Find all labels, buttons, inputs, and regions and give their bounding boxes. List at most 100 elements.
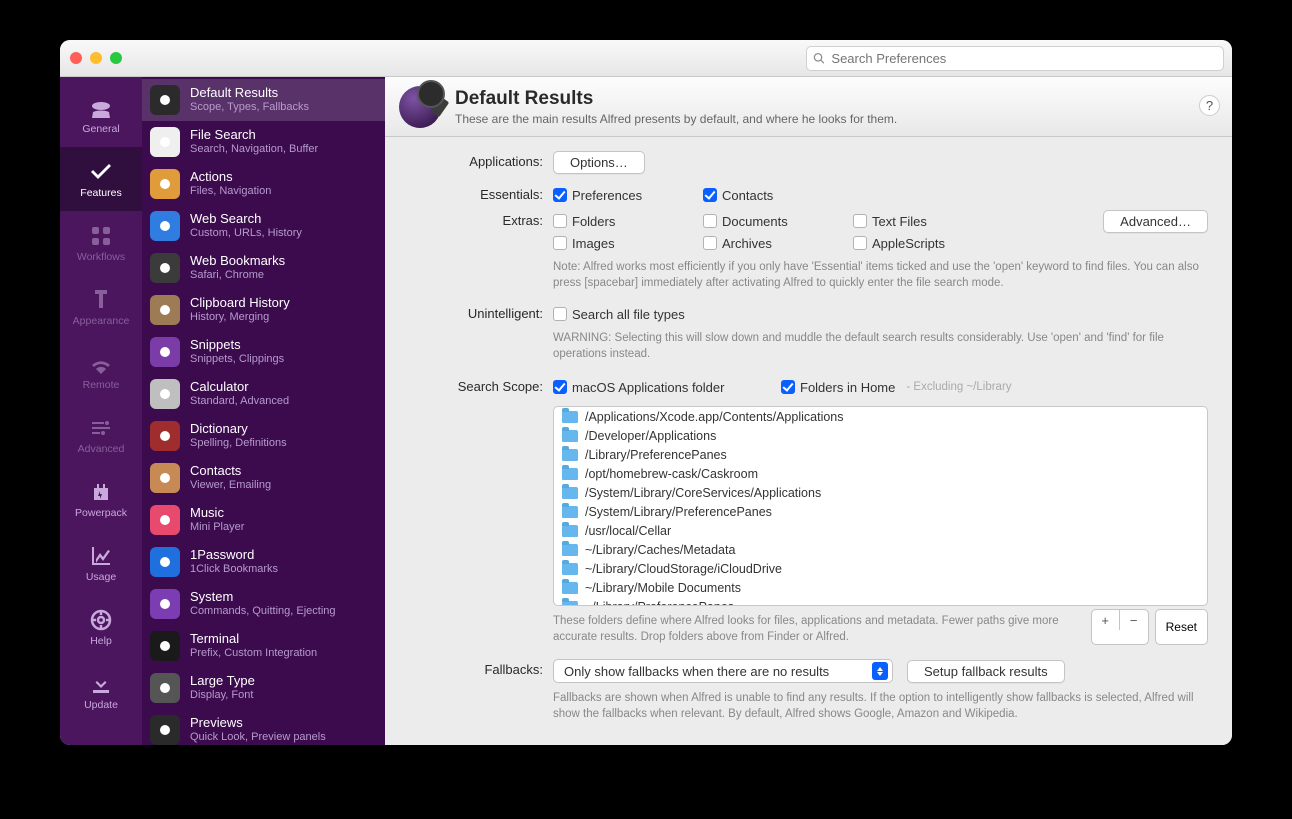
sidebar-icon — [150, 421, 180, 451]
scope-path-row[interactable]: /opt/homebrew-cask/Caskroom — [554, 464, 1207, 483]
scope-path-row[interactable]: /Library/PreferencePanes — [554, 445, 1207, 464]
folder-icon — [562, 563, 578, 575]
label-fallbacks: Fallbacks: — [409, 659, 553, 677]
rail: General Features Workflows AppearanceRemote… — [60, 77, 142, 745]
applications-options-button[interactable]: Options… — [553, 151, 645, 174]
folder-icon — [562, 468, 578, 480]
extras-folders[interactable]: Folders — [553, 210, 703, 232]
rail-workflows[interactable]: Workflows — [60, 211, 142, 275]
zoom-button[interactable] — [110, 52, 122, 64]
scope-remove-button[interactable]: − — [1120, 610, 1148, 630]
sidebar-item-file-search[interactable]: File SearchSearch, Navigation, Buffer — [142, 121, 385, 163]
sidebar-item-subtitle: Scope, Types, Fallbacks — [190, 101, 309, 114]
extras-documents-checkbox[interactable] — [703, 214, 717, 228]
rail-usage[interactable]: Usage — [60, 531, 142, 595]
sidebar-item-1password[interactable]: 1Password1Click Bookmarks — [142, 541, 385, 583]
sidebar-item-calculator[interactable]: CalculatorStandard, Advanced — [142, 373, 385, 415]
rail-features[interactable]: Features — [60, 147, 142, 211]
rail-advanced[interactable]: Advanced — [60, 403, 142, 467]
essentials-contacts-checkbox[interactable] — [703, 188, 717, 202]
search-icon — [813, 52, 825, 65]
sidebar-item-default-results[interactable]: Default ResultsScope, Types, Fallbacks — [142, 79, 385, 121]
sidebar-icon — [150, 169, 180, 199]
sidebar-item-snippets[interactable]: SnippetsSnippets, Clippings — [142, 331, 385, 373]
rail-update[interactable]: Update — [60, 659, 142, 723]
help-button[interactable]: ? — [1199, 95, 1220, 116]
fallback-note: Fallbacks are shown when Alfred is unabl… — [553, 691, 1208, 722]
extras-documents[interactable]: Documents — [703, 210, 853, 232]
scope-home-check[interactable]: Folders in Home - Excluding ~/Library — [781, 376, 1012, 398]
setup-fallback-button[interactable]: Setup fallback results — [907, 660, 1065, 683]
scope-path-row[interactable]: ~/Library/Mobile Documents — [554, 578, 1207, 597]
label-unintelligent: Unintelligent: — [409, 303, 553, 321]
sidebar-item-subtitle: Snippets, Clippings — [190, 353, 284, 366]
sidebar-item-web-bookmarks[interactable]: Web BookmarksSafari, Chrome — [142, 247, 385, 289]
rail-help[interactable]: Help — [60, 595, 142, 659]
scope-path-list[interactable]: /Applications/Xcode.app/Contents/Applica… — [553, 406, 1208, 606]
page-subtitle: These are the main results Alfred presen… — [455, 112, 897, 126]
search-input[interactable] — [831, 51, 1217, 66]
essentials-preferences[interactable]: Preferences — [553, 184, 703, 206]
sidebar-icon — [150, 211, 180, 241]
scope-macos-checkbox[interactable] — [553, 380, 567, 394]
powerpack-icon — [89, 480, 113, 504]
extras-text-files-checkbox[interactable] — [853, 214, 867, 228]
rail-appearance[interactable]: Appearance — [60, 275, 142, 339]
essentials-contacts[interactable]: Contacts — [703, 184, 853, 206]
rail-powerpack[interactable]: Powerpack — [60, 467, 142, 531]
scope-path-row[interactable]: ~/Library/CloudStorage/iCloudDrive — [554, 559, 1207, 578]
scope-path-row[interactable]: ~/Library/Caches/Metadata — [554, 540, 1207, 559]
folder-icon — [562, 601, 578, 607]
sidebar-item-music[interactable]: MusicMini Player — [142, 499, 385, 541]
sidebar-item-previews[interactable]: PreviewsQuick Look, Preview panels — [142, 709, 385, 745]
sidebar-item-title: Clipboard History — [190, 296, 290, 311]
scope-add-button[interactable]: + — [1092, 610, 1120, 630]
sidebar-item-title: Contacts — [190, 464, 271, 479]
unintelligent-check[interactable]: Search all file types — [553, 303, 753, 325]
extras-advanced-button[interactable]: Advanced… — [1103, 210, 1208, 233]
sidebar-item-dictionary[interactable]: DictionarySpelling, Definitions — [142, 415, 385, 457]
sidebar-item-system[interactable]: SystemCommands, Quitting, Ejecting — [142, 583, 385, 625]
window-controls — [70, 52, 122, 64]
main-pane: Default Results These are the main resul… — [385, 77, 1232, 745]
extras-text-files[interactable]: Text Files — [853, 210, 1003, 232]
extras-images-checkbox[interactable] — [553, 236, 567, 250]
extras-applescripts[interactable]: AppleScripts — [853, 232, 1003, 254]
scope-macos-check[interactable]: macOS Applications folder — [553, 376, 753, 398]
sidebar-icon — [150, 547, 180, 577]
extras-images[interactable]: Images — [553, 232, 703, 254]
extras-archives[interactable]: Archives — [703, 232, 853, 254]
folder-icon — [562, 582, 578, 594]
sidebar-item-subtitle: Prefix, Custom Integration — [190, 647, 317, 660]
rail-label: General — [82, 123, 119, 135]
rail-label: Workflows — [77, 251, 125, 263]
search-preferences[interactable] — [806, 46, 1224, 71]
search-all-types-checkbox[interactable] — [553, 307, 567, 321]
scope-path-row[interactable]: /usr/local/Cellar — [554, 521, 1207, 540]
rail-general[interactable]: General — [60, 83, 142, 147]
sidebar-item-terminal[interactable]: TerminalPrefix, Custom Integration — [142, 625, 385, 667]
sidebar-item-actions[interactable]: ActionsFiles, Navigation — [142, 163, 385, 205]
scope-path-row[interactable]: ~/Library/PreferencePanes — [554, 597, 1207, 606]
scope-path-row[interactable]: /System/Library/PreferencePanes — [554, 502, 1207, 521]
sidebar-icon — [150, 715, 180, 745]
extras-archives-checkbox[interactable] — [703, 236, 717, 250]
essentials-preferences-checkbox[interactable] — [553, 188, 567, 202]
scope-path-row[interactable]: /Developer/Applications — [554, 426, 1207, 445]
sidebar-item-clipboard-history[interactable]: Clipboard HistoryHistory, Merging — [142, 289, 385, 331]
sidebar-item-large-type[interactable]: Large TypeDisplay, Font — [142, 667, 385, 709]
fallback-mode-select[interactable]: Only show fallbacks when there are no re… — [553, 659, 893, 683]
close-button[interactable] — [70, 52, 82, 64]
extras-folders-checkbox[interactable] — [553, 214, 567, 228]
scope-reset-button[interactable]: Reset — [1155, 609, 1208, 645]
scope-home-checkbox[interactable] — [781, 380, 795, 394]
rail-label: Usage — [86, 571, 116, 583]
scope-path-row[interactable]: /System/Library/CoreServices/Application… — [554, 483, 1207, 502]
minimize-button[interactable] — [90, 52, 102, 64]
sidebar-item-web-search[interactable]: Web SearchCustom, URLs, History — [142, 205, 385, 247]
sidebar-item-title: Default Results — [190, 86, 309, 101]
scope-path-row[interactable]: /Applications/Xcode.app/Contents/Applica… — [554, 407, 1207, 426]
extras-applescripts-checkbox[interactable] — [853, 236, 867, 250]
sidebar-item-contacts[interactable]: ContactsViewer, Emailing — [142, 457, 385, 499]
rail-remote[interactable]: Remote — [60, 339, 142, 403]
